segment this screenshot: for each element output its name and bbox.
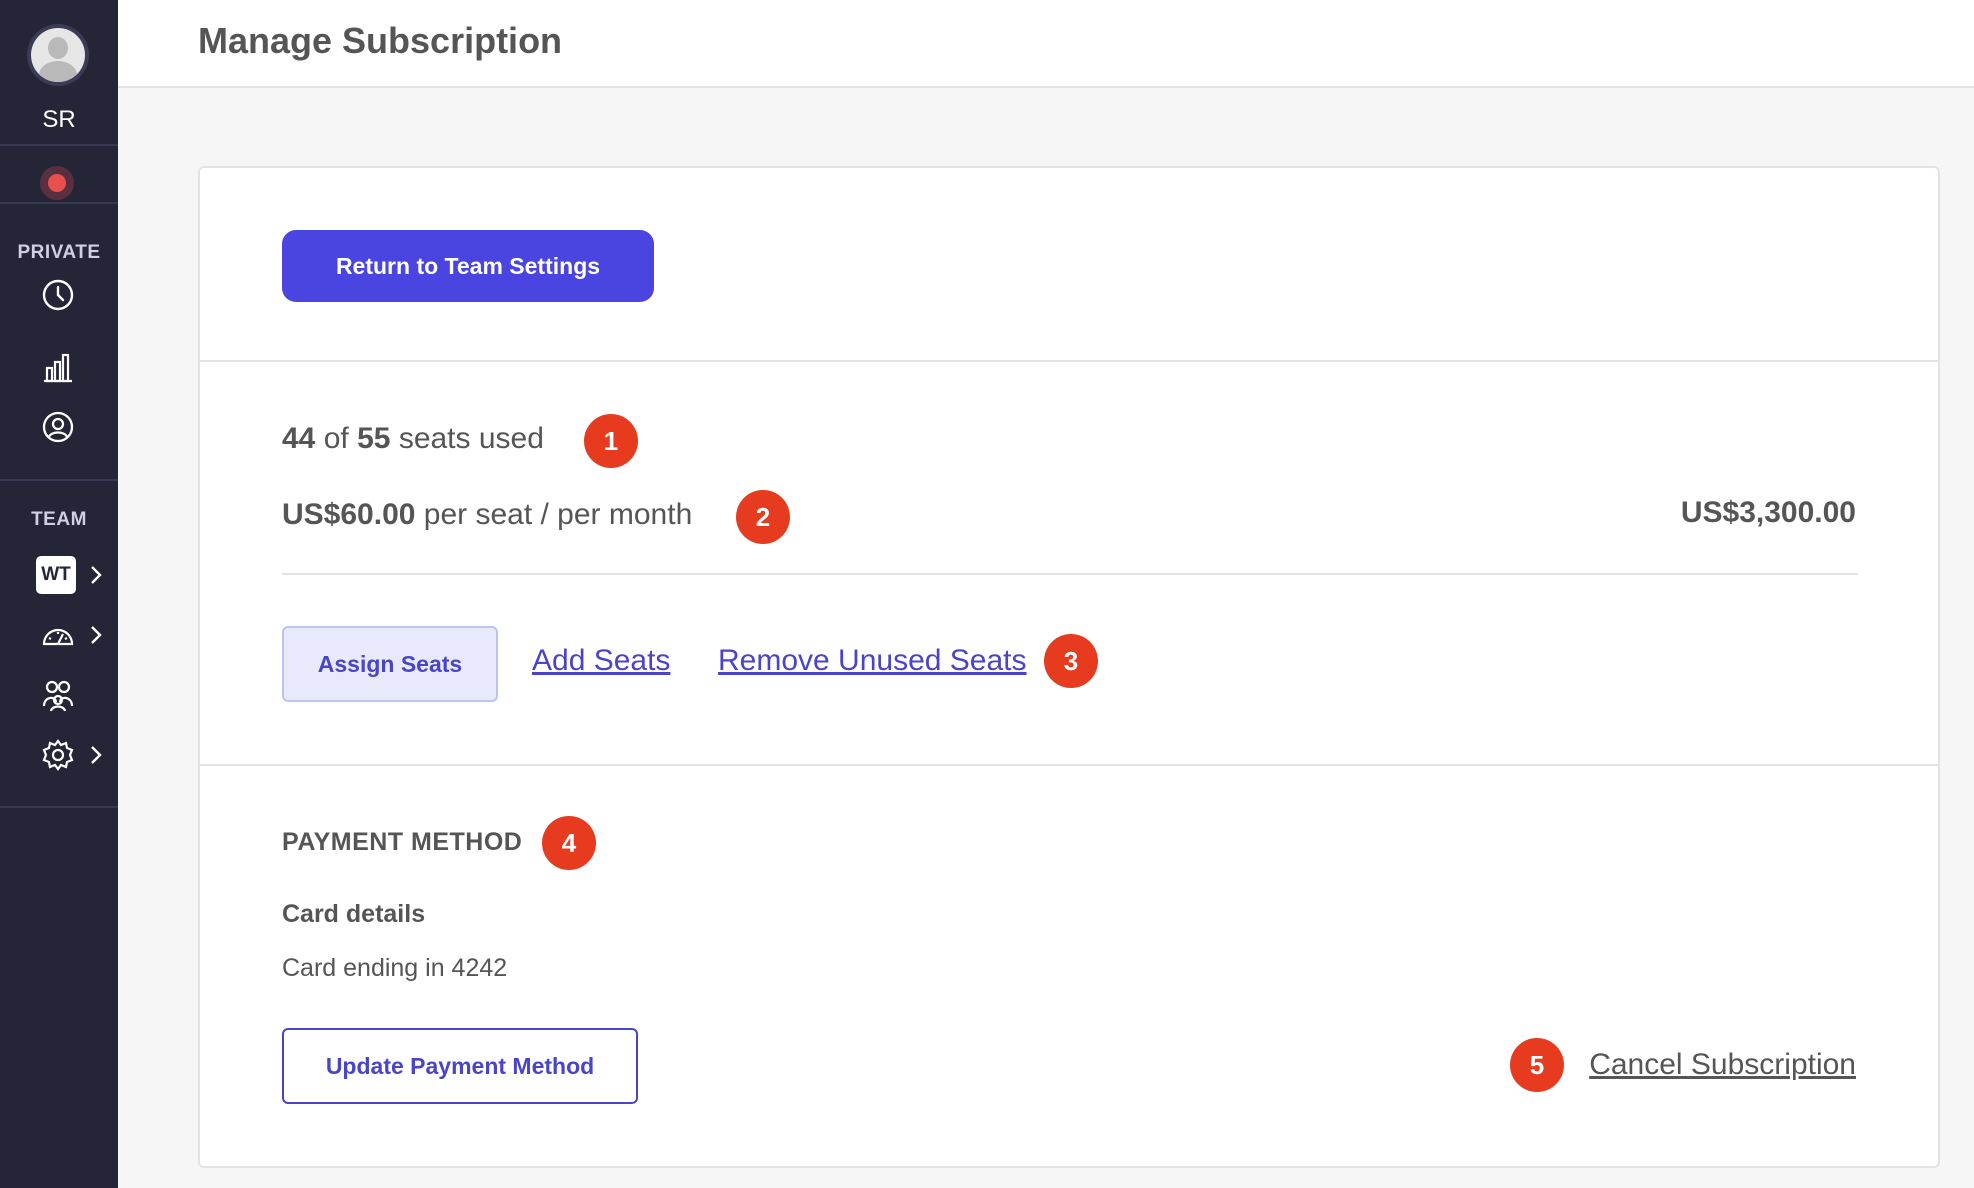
annotation-badge-1: 1: [584, 414, 638, 468]
seats-of-label: of: [323, 422, 349, 455]
seats-used-suffix: seats used: [398, 422, 544, 455]
subscription-card: Return to Team Settings 44 of 55 seats u…: [198, 166, 1940, 1168]
clock-icon[interactable]: [39, 276, 77, 314]
people-icon[interactable]: [39, 676, 77, 714]
section-divider: [200, 360, 1938, 362]
annotation-badge-3: 3: [1044, 634, 1098, 688]
annotation-badge-2: 2: [736, 490, 790, 544]
sidebar-section-team: TEAM: [31, 509, 87, 530]
chevron-right-icon[interactable]: [86, 560, 106, 590]
price-per-seat-text: US$60.00 per seat / per month: [282, 498, 692, 532]
price-period: per seat / per month: [423, 498, 693, 531]
cancel-subscription-link[interactable]: Cancel Subscription: [1589, 1048, 1856, 1082]
sidebar-divider: [0, 144, 118, 146]
page-title: Manage Subscription: [198, 20, 563, 61]
remove-unused-seats-link[interactable]: Remove Unused Seats: [718, 644, 1027, 678]
card-details-label: Card details: [282, 900, 426, 928]
annotation-badge-4: 4: [542, 816, 596, 870]
pricing-divider: [282, 573, 1858, 575]
payment-method-heading: PAYMENT METHOD: [282, 828, 523, 856]
sidebar-divider: [0, 806, 118, 808]
record-icon[interactable]: [40, 166, 74, 200]
avatar[interactable]: [27, 24, 89, 86]
team-workspace-badge[interactable]: WT: [36, 556, 76, 594]
dashboard-gauge-icon[interactable]: [39, 616, 77, 654]
chevron-right-icon[interactable]: [86, 620, 106, 650]
user-initials: SR: [42, 106, 76, 133]
user-avatar-icon: [31, 28, 85, 82]
user-circle-icon[interactable]: [39, 408, 77, 446]
sidebar: SR PRIVATE TEAM WT: [0, 0, 118, 1188]
page-header: Manage Subscription: [118, 0, 1974, 88]
seats-used-text: 44 of 55 seats used: [282, 422, 544, 456]
chevron-right-icon[interactable]: [86, 740, 106, 770]
subscription-total: US$3,300.00: [1680, 496, 1856, 529]
annotation-badge-5: 5: [1510, 1038, 1564, 1092]
card-ending-text: Card ending in 4242: [282, 954, 508, 982]
bar-chart-icon[interactable]: [39, 348, 77, 386]
section-divider: [200, 764, 1938, 766]
sidebar-divider: [0, 202, 118, 204]
assign-seats-button[interactable]: Assign Seats: [282, 626, 498, 702]
price-per-seat: US$60.00: [282, 498, 416, 531]
update-payment-method-button[interactable]: Update Payment Method: [282, 1028, 638, 1104]
sidebar-divider: [0, 479, 118, 481]
seats-used-count: 44: [282, 422, 316, 455]
sidebar-section-private: PRIVATE: [17, 242, 101, 263]
gear-icon[interactable]: [39, 736, 77, 774]
return-to-team-settings-button[interactable]: Return to Team Settings: [282, 230, 654, 302]
seats-total-count: 55: [357, 422, 391, 455]
add-seats-link[interactable]: Add Seats: [532, 644, 670, 678]
